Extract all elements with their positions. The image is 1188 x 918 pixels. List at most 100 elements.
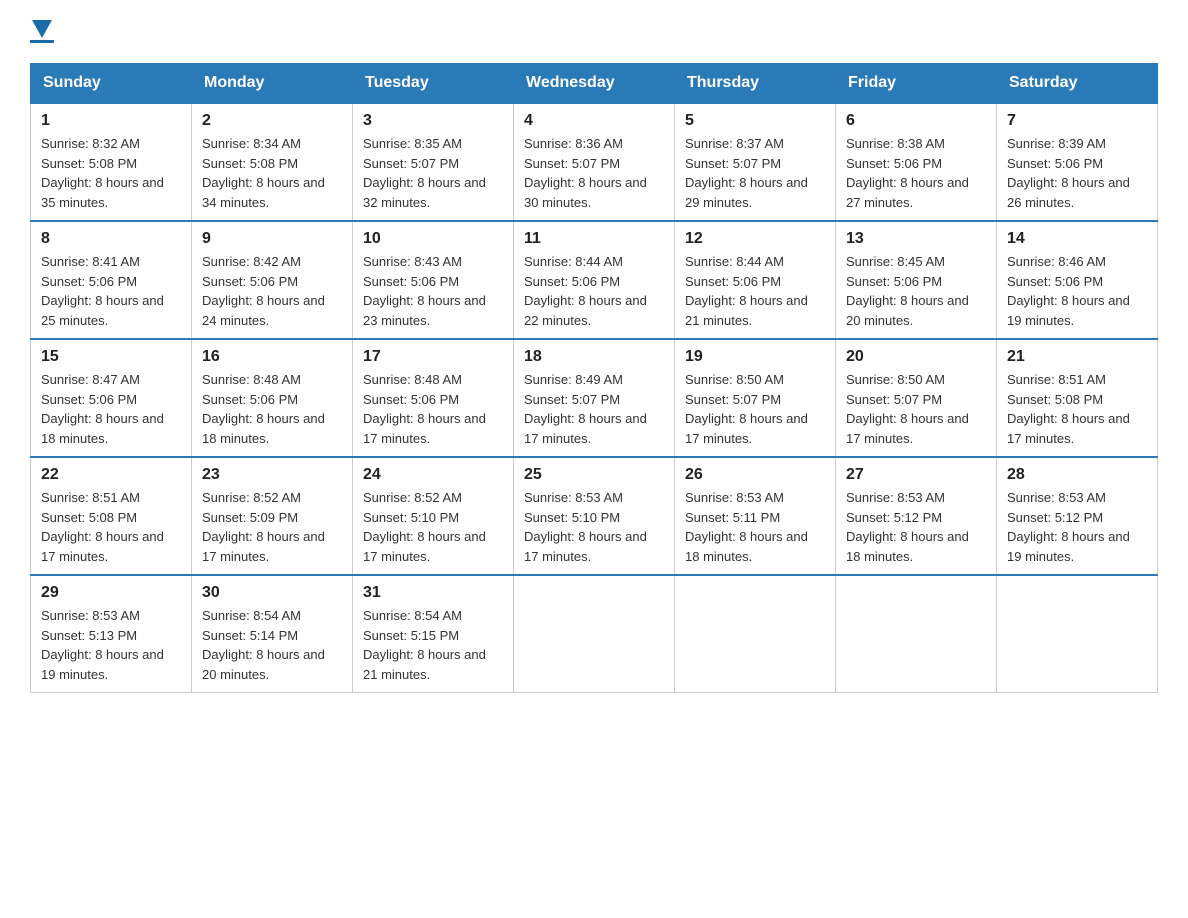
- day-number: 10: [363, 230, 503, 248]
- calendar-day-cell: 29 Sunrise: 8:53 AMSunset: 5:13 PMDaylig…: [31, 575, 192, 693]
- day-number: 4: [524, 112, 664, 130]
- calendar-day-cell: [514, 575, 675, 693]
- day-number: 23: [202, 466, 342, 484]
- calendar-header-saturday: Saturday: [997, 64, 1158, 104]
- calendar-day-cell: [675, 575, 836, 693]
- calendar-day-cell: 16 Sunrise: 8:48 AMSunset: 5:06 PMDaylig…: [192, 339, 353, 457]
- day-info: Sunrise: 8:51 AMSunset: 5:08 PMDaylight:…: [1007, 372, 1130, 446]
- calendar-header-monday: Monday: [192, 64, 353, 104]
- day-number: 14: [1007, 230, 1147, 248]
- calendar-week-row: 8 Sunrise: 8:41 AMSunset: 5:06 PMDayligh…: [31, 221, 1158, 339]
- day-info: Sunrise: 8:54 AMSunset: 5:15 PMDaylight:…: [363, 608, 486, 682]
- day-info: Sunrise: 8:50 AMSunset: 5:07 PMDaylight:…: [846, 372, 969, 446]
- day-number: 25: [524, 466, 664, 484]
- day-info: Sunrise: 8:37 AMSunset: 5:07 PMDaylight:…: [685, 136, 808, 210]
- calendar-header-row: SundayMondayTuesdayWednesdayThursdayFrid…: [31, 64, 1158, 104]
- calendar-table: SundayMondayTuesdayWednesdayThursdayFrid…: [30, 63, 1158, 693]
- calendar-header-tuesday: Tuesday: [353, 64, 514, 104]
- calendar-day-cell: 20 Sunrise: 8:50 AMSunset: 5:07 PMDaylig…: [836, 339, 997, 457]
- day-info: Sunrise: 8:51 AMSunset: 5:08 PMDaylight:…: [41, 490, 164, 564]
- day-info: Sunrise: 8:50 AMSunset: 5:07 PMDaylight:…: [685, 372, 808, 446]
- day-info: Sunrise: 8:47 AMSunset: 5:06 PMDaylight:…: [41, 372, 164, 446]
- calendar-day-cell: 1 Sunrise: 8:32 AMSunset: 5:08 PMDayligh…: [31, 103, 192, 221]
- calendar-day-cell: 12 Sunrise: 8:44 AMSunset: 5:06 PMDaylig…: [675, 221, 836, 339]
- day-number: 18: [524, 348, 664, 366]
- day-info: Sunrise: 8:43 AMSunset: 5:06 PMDaylight:…: [363, 254, 486, 328]
- calendar-day-cell: 24 Sunrise: 8:52 AMSunset: 5:10 PMDaylig…: [353, 457, 514, 575]
- calendar-day-cell: 19 Sunrise: 8:50 AMSunset: 5:07 PMDaylig…: [675, 339, 836, 457]
- calendar-day-cell: 11 Sunrise: 8:44 AMSunset: 5:06 PMDaylig…: [514, 221, 675, 339]
- day-info: Sunrise: 8:48 AMSunset: 5:06 PMDaylight:…: [363, 372, 486, 446]
- calendar-day-cell: 6 Sunrise: 8:38 AMSunset: 5:06 PMDayligh…: [836, 103, 997, 221]
- day-info: Sunrise: 8:35 AMSunset: 5:07 PMDaylight:…: [363, 136, 486, 210]
- page-header: [30, 20, 1158, 43]
- calendar-week-row: 15 Sunrise: 8:47 AMSunset: 5:06 PMDaylig…: [31, 339, 1158, 457]
- calendar-day-cell: 28 Sunrise: 8:53 AMSunset: 5:12 PMDaylig…: [997, 457, 1158, 575]
- day-info: Sunrise: 8:54 AMSunset: 5:14 PMDaylight:…: [202, 608, 325, 682]
- calendar-week-row: 22 Sunrise: 8:51 AMSunset: 5:08 PMDaylig…: [31, 457, 1158, 575]
- calendar-header-thursday: Thursday: [675, 64, 836, 104]
- calendar-day-cell: 5 Sunrise: 8:37 AMSunset: 5:07 PMDayligh…: [675, 103, 836, 221]
- day-number: 31: [363, 584, 503, 602]
- logo-blue-part: [30, 20, 54, 38]
- calendar-day-cell: 25 Sunrise: 8:53 AMSunset: 5:10 PMDaylig…: [514, 457, 675, 575]
- calendar-day-cell: 10 Sunrise: 8:43 AMSunset: 5:06 PMDaylig…: [353, 221, 514, 339]
- calendar-day-cell: 8 Sunrise: 8:41 AMSunset: 5:06 PMDayligh…: [31, 221, 192, 339]
- calendar-day-cell: 3 Sunrise: 8:35 AMSunset: 5:07 PMDayligh…: [353, 103, 514, 221]
- day-number: 28: [1007, 466, 1147, 484]
- day-info: Sunrise: 8:46 AMSunset: 5:06 PMDaylight:…: [1007, 254, 1130, 328]
- day-number: 12: [685, 230, 825, 248]
- day-number: 16: [202, 348, 342, 366]
- calendar-day-cell: [997, 575, 1158, 693]
- day-number: 2: [202, 112, 342, 130]
- day-number: 22: [41, 466, 181, 484]
- calendar-day-cell: 18 Sunrise: 8:49 AMSunset: 5:07 PMDaylig…: [514, 339, 675, 457]
- day-number: 24: [363, 466, 503, 484]
- calendar-day-cell: 21 Sunrise: 8:51 AMSunset: 5:08 PMDaylig…: [997, 339, 1158, 457]
- day-number: 21: [1007, 348, 1147, 366]
- day-info: Sunrise: 8:41 AMSunset: 5:06 PMDaylight:…: [41, 254, 164, 328]
- calendar-day-cell: 17 Sunrise: 8:48 AMSunset: 5:06 PMDaylig…: [353, 339, 514, 457]
- day-info: Sunrise: 8:52 AMSunset: 5:09 PMDaylight:…: [202, 490, 325, 564]
- day-number: 5: [685, 112, 825, 130]
- day-number: 15: [41, 348, 181, 366]
- day-number: 9: [202, 230, 342, 248]
- day-number: 20: [846, 348, 986, 366]
- calendar-day-cell: 22 Sunrise: 8:51 AMSunset: 5:08 PMDaylig…: [31, 457, 192, 575]
- calendar-day-cell: 31 Sunrise: 8:54 AMSunset: 5:15 PMDaylig…: [353, 575, 514, 693]
- day-number: 11: [524, 230, 664, 248]
- calendar-day-cell: [836, 575, 997, 693]
- day-info: Sunrise: 8:44 AMSunset: 5:06 PMDaylight:…: [685, 254, 808, 328]
- day-number: 26: [685, 466, 825, 484]
- day-number: 3: [363, 112, 503, 130]
- day-info: Sunrise: 8:32 AMSunset: 5:08 PMDaylight:…: [41, 136, 164, 210]
- logo-triangle-icon: [32, 20, 52, 38]
- day-number: 30: [202, 584, 342, 602]
- calendar-day-cell: 26 Sunrise: 8:53 AMSunset: 5:11 PMDaylig…: [675, 457, 836, 575]
- day-number: 6: [846, 112, 986, 130]
- day-info: Sunrise: 8:42 AMSunset: 5:06 PMDaylight:…: [202, 254, 325, 328]
- day-info: Sunrise: 8:38 AMSunset: 5:06 PMDaylight:…: [846, 136, 969, 210]
- day-info: Sunrise: 8:53 AMSunset: 5:13 PMDaylight:…: [41, 608, 164, 682]
- calendar-header-sunday: Sunday: [31, 64, 192, 104]
- day-info: Sunrise: 8:39 AMSunset: 5:06 PMDaylight:…: [1007, 136, 1130, 210]
- calendar-header-friday: Friday: [836, 64, 997, 104]
- calendar-day-cell: 13 Sunrise: 8:45 AMSunset: 5:06 PMDaylig…: [836, 221, 997, 339]
- day-info: Sunrise: 8:34 AMSunset: 5:08 PMDaylight:…: [202, 136, 325, 210]
- day-info: Sunrise: 8:48 AMSunset: 5:06 PMDaylight:…: [202, 372, 325, 446]
- calendar-day-cell: 27 Sunrise: 8:53 AMSunset: 5:12 PMDaylig…: [836, 457, 997, 575]
- day-number: 19: [685, 348, 825, 366]
- day-info: Sunrise: 8:53 AMSunset: 5:11 PMDaylight:…: [685, 490, 808, 564]
- calendar-week-row: 1 Sunrise: 8:32 AMSunset: 5:08 PMDayligh…: [31, 103, 1158, 221]
- calendar-week-row: 29 Sunrise: 8:53 AMSunset: 5:13 PMDaylig…: [31, 575, 1158, 693]
- day-number: 13: [846, 230, 986, 248]
- day-info: Sunrise: 8:53 AMSunset: 5:10 PMDaylight:…: [524, 490, 647, 564]
- day-number: 27: [846, 466, 986, 484]
- day-info: Sunrise: 8:44 AMSunset: 5:06 PMDaylight:…: [524, 254, 647, 328]
- day-info: Sunrise: 8:45 AMSunset: 5:06 PMDaylight:…: [846, 254, 969, 328]
- day-info: Sunrise: 8:53 AMSunset: 5:12 PMDaylight:…: [846, 490, 969, 564]
- day-number: 29: [41, 584, 181, 602]
- day-info: Sunrise: 8:52 AMSunset: 5:10 PMDaylight:…: [363, 490, 486, 564]
- calendar-day-cell: 23 Sunrise: 8:52 AMSunset: 5:09 PMDaylig…: [192, 457, 353, 575]
- calendar-day-cell: 30 Sunrise: 8:54 AMSunset: 5:14 PMDaylig…: [192, 575, 353, 693]
